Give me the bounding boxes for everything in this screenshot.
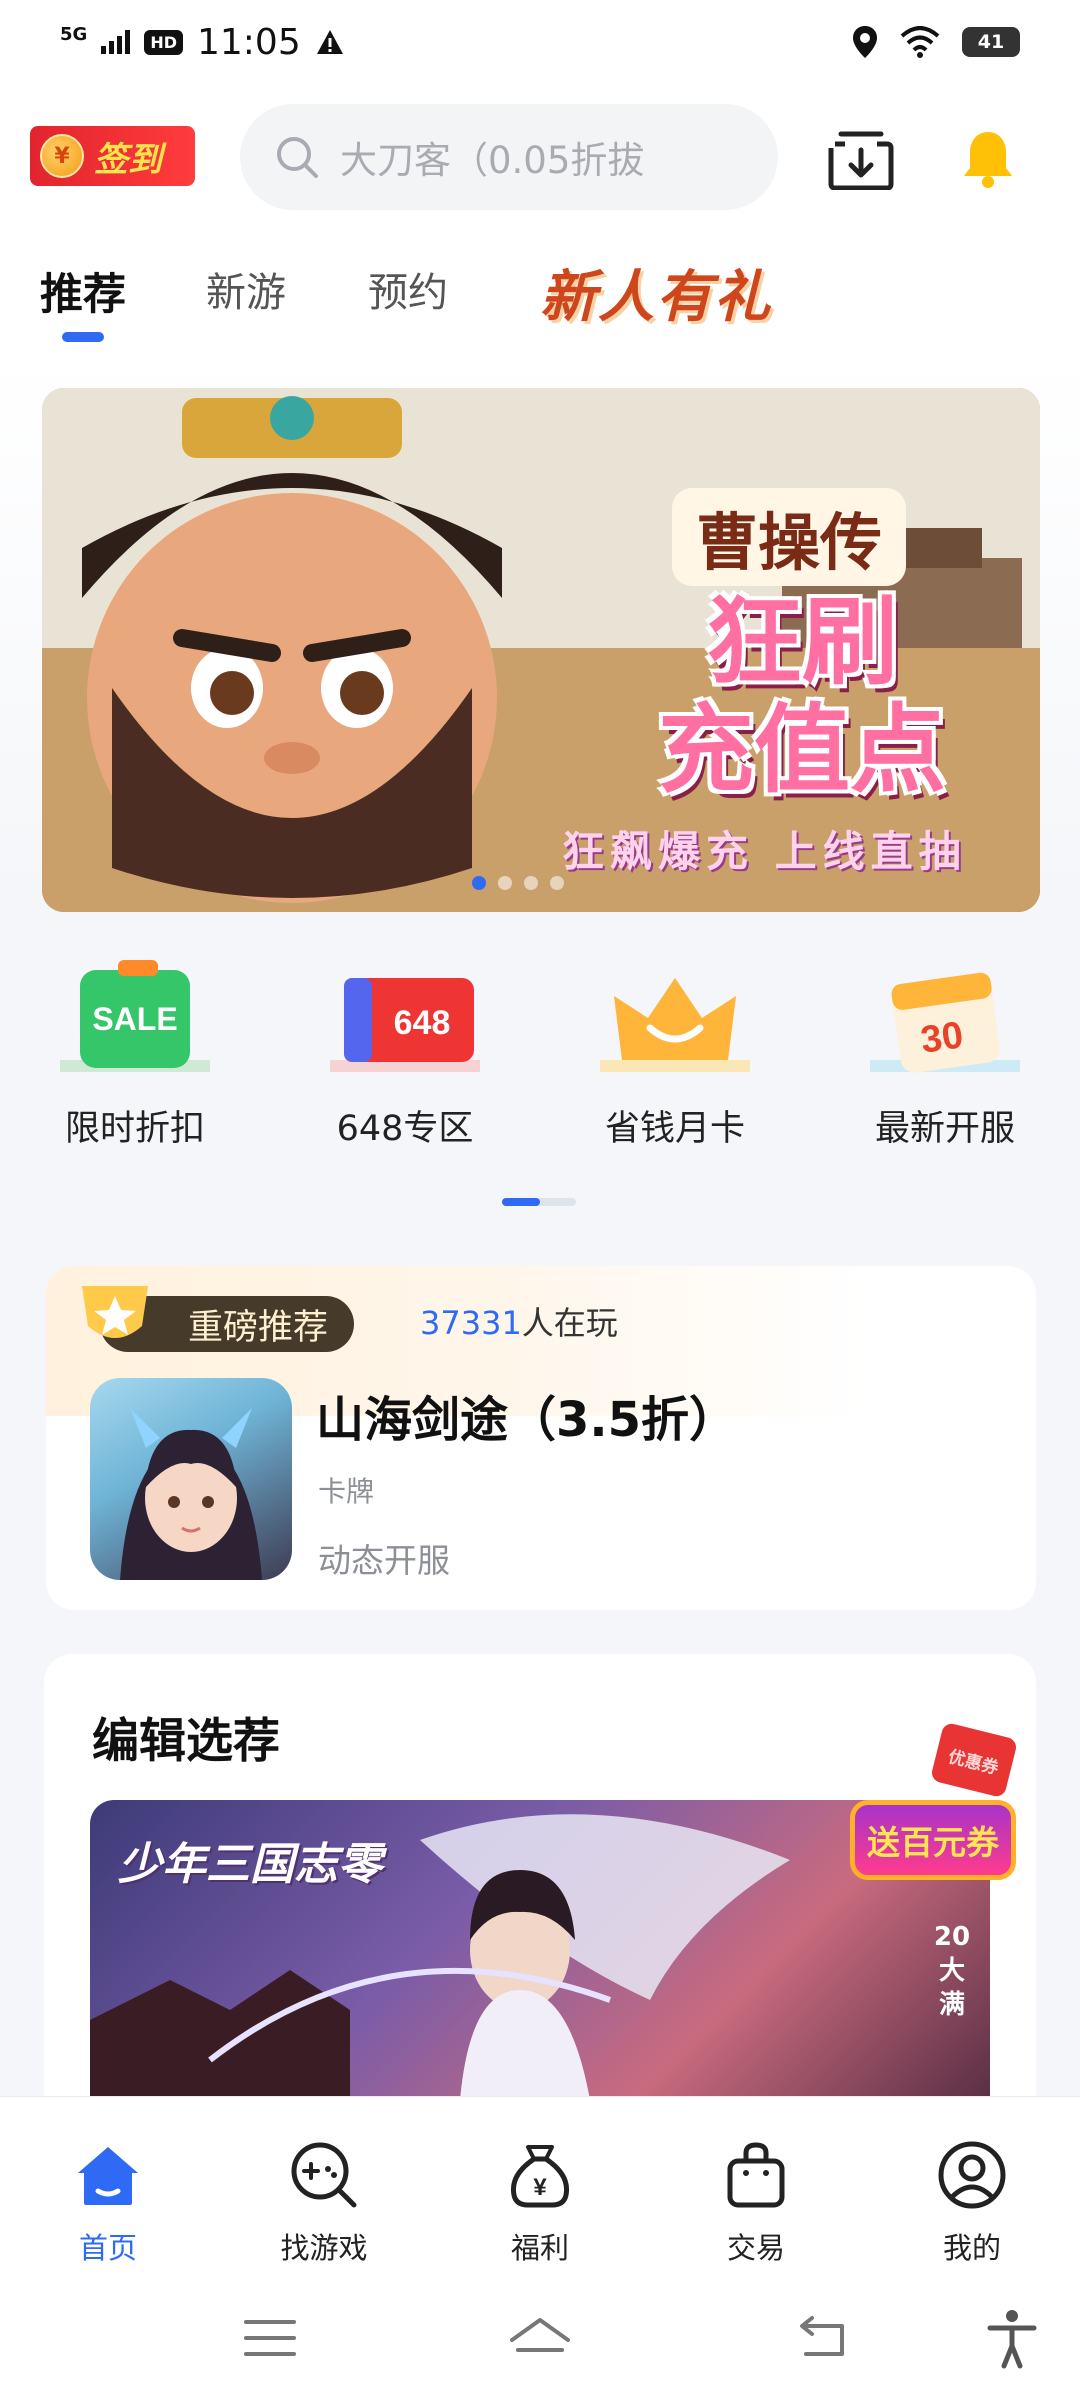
nav-label: 我的 xyxy=(942,2231,1001,2265)
top-header: ¥ 签到 大刀客（0.05折拔 xyxy=(0,84,1080,232)
hd-badge: HD xyxy=(144,29,183,55)
nav-label: 首页 xyxy=(78,2231,137,2265)
warning-icon xyxy=(316,30,343,54)
quick-entry-label: 省钱月卡 xyxy=(604,1109,745,1149)
banner-dot[interactable] xyxy=(498,876,512,890)
section-title: 编辑选荐 xyxy=(92,1714,280,1769)
banner-side-text: 20大满 xyxy=(933,1922,971,2020)
banner-game-title: 曹操传 xyxy=(672,488,907,586)
location-icon xyxy=(853,26,877,58)
find-game-icon xyxy=(291,2142,357,2208)
money-bag-icon: ¥ xyxy=(510,2145,570,2208)
coupon-tag: 优惠券 xyxy=(929,1721,1019,1799)
sale-tag-icon: SALE xyxy=(60,960,210,1072)
banner-dot[interactable] xyxy=(550,876,564,890)
game-logo: 少年三国志零 xyxy=(118,1839,382,1890)
game-server-info: 动态开服 xyxy=(318,1541,450,1580)
notification-bell-icon[interactable] xyxy=(960,128,1016,190)
status-bar: 5G HD 11:05 41 xyxy=(0,0,1080,84)
shopping-bag-icon xyxy=(727,2142,785,2208)
banner-headline-line1: 狂刷 xyxy=(706,586,898,698)
game-genre: 卡牌 xyxy=(318,1475,375,1508)
coupon-label: 送百元券 xyxy=(850,1800,1016,1880)
profile-icon xyxy=(938,2141,1006,2209)
quick-648-zone[interactable]: 648 648专区 xyxy=(320,960,490,1151)
category-tabs: 推荐 新游 预约 新人有礼 xyxy=(0,232,1080,352)
featured-game-card[interactable]: 重磅推荐 37331人在玩 山海剑途（3.5折） 卡牌 动态开服 xyxy=(46,1266,1036,1610)
menu-icon[interactable] xyxy=(238,2306,302,2370)
accessibility-icon[interactable] xyxy=(980,2306,1044,2370)
signal-icon xyxy=(101,30,131,54)
wifi-icon xyxy=(900,26,940,58)
bottom-navigation: 首页 找游戏 ¥ 福利 交易 我的 xyxy=(0,2096,1080,2276)
banner-headline-line2: 充值点 xyxy=(658,694,946,806)
search-placeholder: 大刀客（0.05折拔 xyxy=(340,139,645,182)
nav-label: 交易 xyxy=(726,2231,785,2265)
banner-subtitle: 狂飙爆充 上线直抽 xyxy=(562,827,967,876)
active-tab-indicator xyxy=(62,332,104,342)
tab-new-games[interactable]: 新游 xyxy=(206,260,286,318)
nav-label: 找游戏 xyxy=(280,2231,368,2265)
clock: 11:05 xyxy=(196,21,301,63)
players-count: 37331 xyxy=(420,1304,522,1342)
game-thumbnail[interactable] xyxy=(90,1378,292,1580)
game-title: 山海剑途（3.5折） xyxy=(316,1392,738,1448)
sale-icon-text: SALE xyxy=(92,1001,177,1037)
banner-dot[interactable] xyxy=(524,876,538,890)
search-bar[interactable]: 大刀客（0.05折拔 xyxy=(240,104,778,210)
nav-label: 福利 xyxy=(510,2231,569,2265)
quick-entry-label: 最新开服 xyxy=(874,1109,1015,1149)
tab-newcomer-gift[interactable]: 新人有礼 xyxy=(540,252,772,333)
download-manager-icon[interactable] xyxy=(825,126,897,190)
battery-indicator: 41 xyxy=(962,27,1020,57)
game-thumbnail-art xyxy=(120,1408,262,1580)
back-icon[interactable] xyxy=(790,2306,854,2370)
banner-headline: 狂刷 充值点 xyxy=(612,588,992,804)
search-icon xyxy=(277,137,318,178)
signin-label: 签到 xyxy=(94,139,162,180)
coupon-floating-button[interactable]: 优惠券 送百元券 xyxy=(840,1721,1020,1900)
nav-profile[interactable]: 我的 xyxy=(902,2139,1042,2267)
players-suffix: 人在玩 xyxy=(521,1304,618,1342)
quick-entry-scroll-indicator xyxy=(502,1198,576,1206)
quick-limited-discount[interactable]: SALE 限时折扣 xyxy=(50,960,220,1151)
nav-welfare[interactable]: ¥ 福利 xyxy=(470,2139,610,2267)
banner-pagination xyxy=(472,876,564,890)
quick-entry-label: 648专区 xyxy=(336,1109,474,1149)
quick-new-servers[interactable]: 30 最新开服 xyxy=(860,960,1030,1151)
nav-find-game[interactable]: 找游戏 xyxy=(254,2139,394,2267)
players-online: 37331人在玩 xyxy=(420,1298,618,1344)
network-type: 5G xyxy=(60,23,88,45)
trophy-star-icon xyxy=(82,1286,148,1338)
tab-reservations[interactable]: 预约 xyxy=(368,260,448,318)
system-home-icon[interactable] xyxy=(508,2306,572,2370)
quick-entry-grid: SALE 限时折扣 648 648专区 省钱月卡 30 最新开服 xyxy=(0,960,1080,1220)
nav-home[interactable]: 首页 xyxy=(38,2139,178,2267)
signin-button[interactable]: ¥ 签到 xyxy=(30,126,195,186)
calendar-icon-text: 30 xyxy=(918,1014,966,1061)
coin-icon: ¥ xyxy=(40,134,84,178)
featured-badge-label: 重磅推荐 xyxy=(188,1307,329,1348)
nav-trade[interactable]: 交易 xyxy=(686,2139,826,2267)
648-icon-text: 648 xyxy=(394,1004,451,1042)
calendar-30-icon: 30 xyxy=(870,972,1020,1073)
banner-dot[interactable] xyxy=(472,876,486,890)
tab-recommended[interactable]: 推荐 xyxy=(40,260,126,322)
quick-monthly-card[interactable]: 省钱月卡 xyxy=(590,960,760,1151)
crown-icon xyxy=(600,978,750,1072)
quick-entry-label: 限时折扣 xyxy=(64,1109,205,1149)
home-icon xyxy=(78,2147,138,2205)
system-navigation-bar xyxy=(0,2276,1080,2400)
ticket-648-icon: 648 xyxy=(330,978,480,1072)
promo-banner[interactable]: 曹操传 狂刷 充值点 狂飙爆充 上线直抽 xyxy=(42,388,1040,912)
svg-text:¥: ¥ xyxy=(533,2174,547,2201)
